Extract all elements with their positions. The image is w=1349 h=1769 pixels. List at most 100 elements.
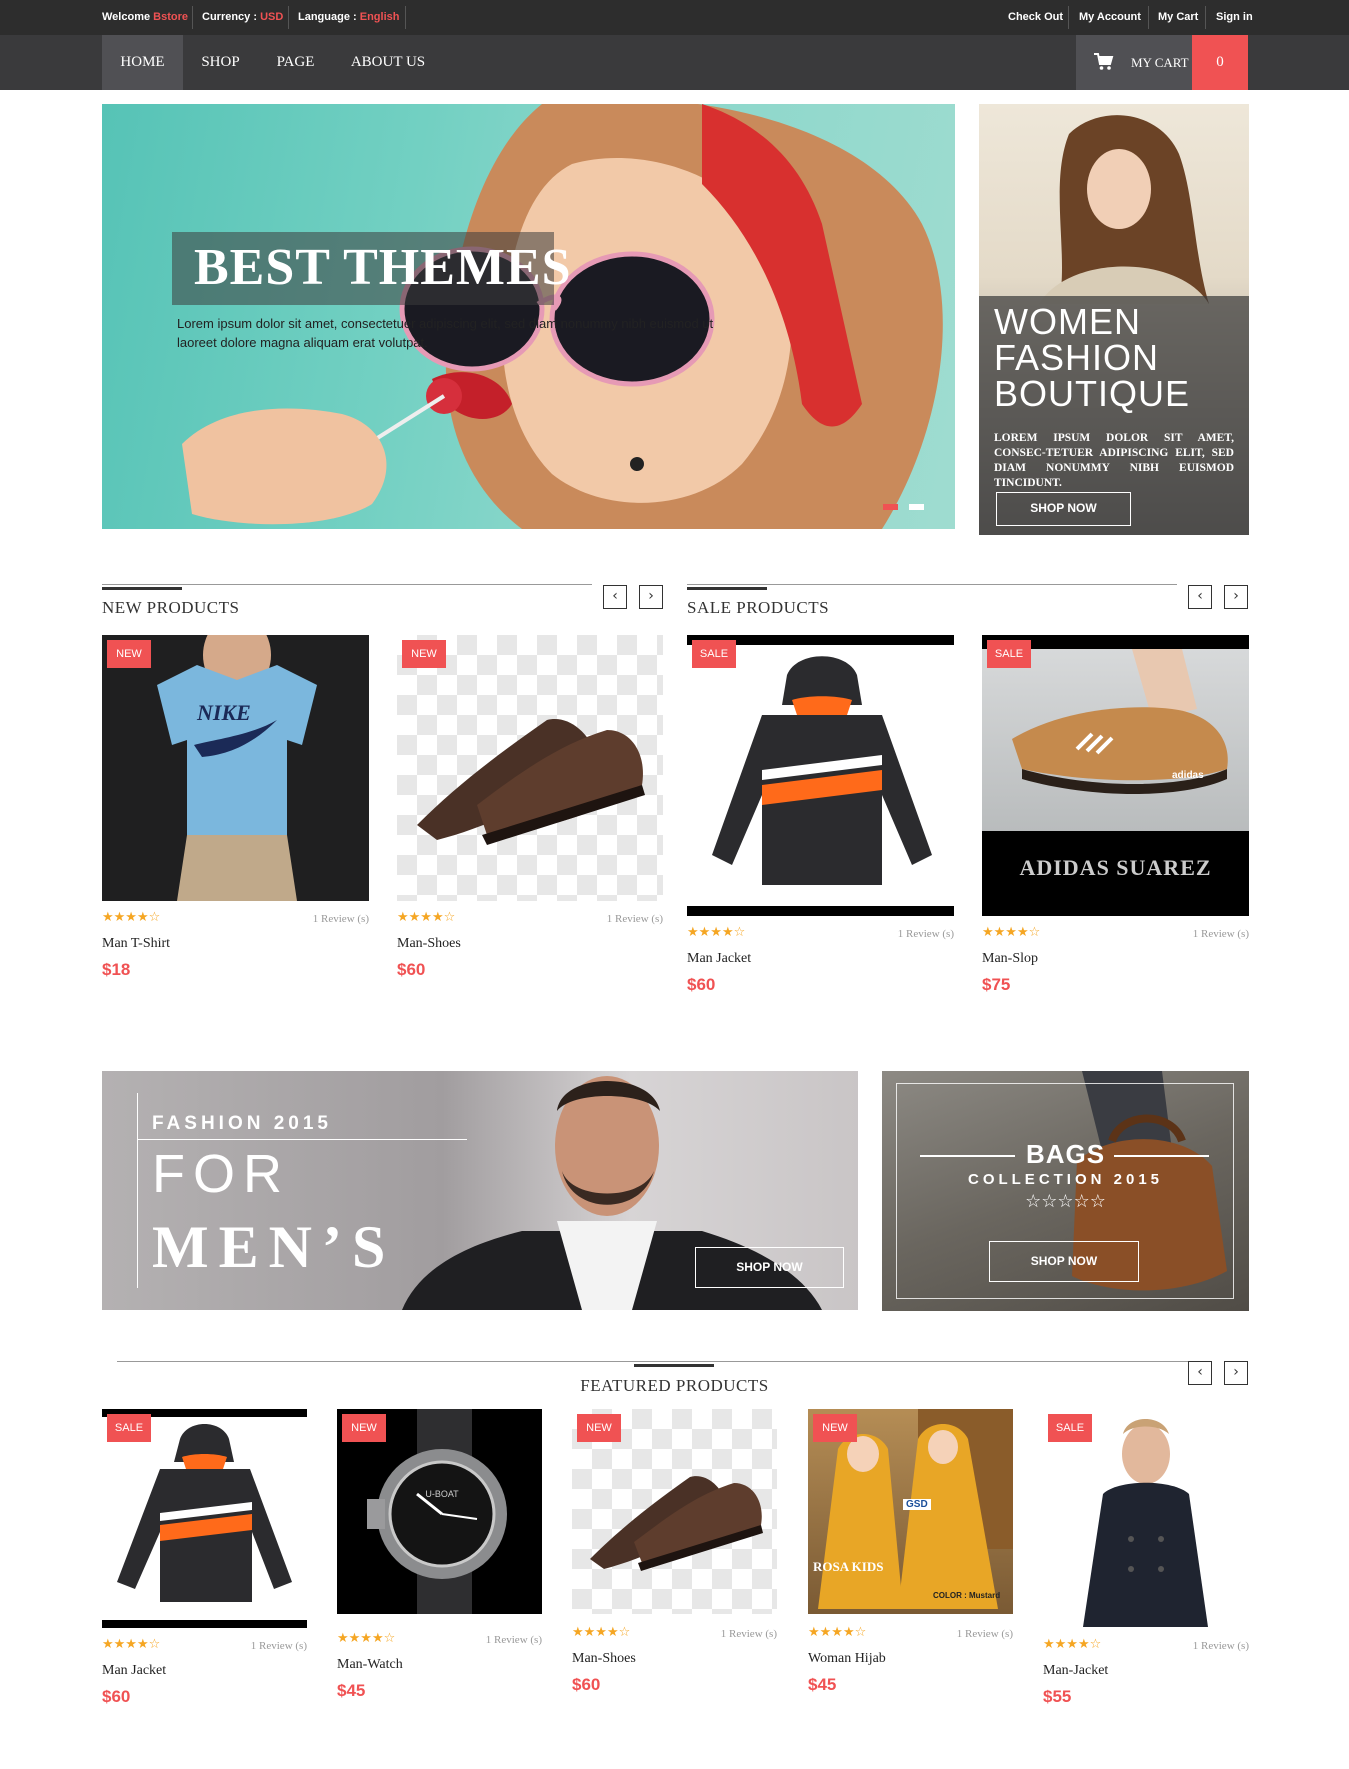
product-name[interactable]: Man Jacket	[102, 1663, 166, 1679]
review-count[interactable]: 1 Review (s)	[486, 1634, 542, 1646]
tshirt-image	[157, 635, 317, 901]
product-card[interactable]: NEW ★★★★☆ 1 Review (s) Man-Shoes $60	[397, 635, 663, 990]
sale-badge: SALE	[692, 640, 736, 668]
product-price: $55	[1043, 1687, 1072, 1706]
review-count[interactable]: 1 Review (s)	[1193, 928, 1249, 940]
side-banner-title: WOMEN FASHION BOUTIQUE	[994, 304, 1190, 412]
product-price: $45	[337, 1681, 366, 1700]
slider-dot-active[interactable]	[883, 504, 898, 510]
top-utility-bar: Welcome Bstore Currency : USD Language :…	[0, 0, 1349, 35]
vertical-rule	[137, 1093, 138, 1288]
product-name[interactable]: Man-Slop	[982, 951, 1038, 967]
next-arrow-button[interactable]: ›	[1224, 585, 1248, 609]
product-name[interactable]: Man T-Shirt	[102, 936, 170, 952]
hero-title: BEST THEMES	[194, 239, 572, 296]
bags-collection-banner[interactable]: BAGS COLLECTION 2015 ☆☆☆☆☆ SHOP NOW	[882, 1071, 1249, 1311]
rating-stars: ★★★★☆	[102, 910, 161, 925]
product-card[interactable]: adidas ADIDAS SUAREZ SALE ★★★★☆ 1 Review…	[982, 635, 1249, 1005]
nav-page[interactable]: PAGE	[258, 35, 333, 90]
currency-selector[interactable]: Currency : USD	[202, 0, 283, 35]
rating-stars: ★★★★☆	[1043, 1637, 1102, 1652]
product-image[interactable]	[687, 635, 954, 916]
slider-dot[interactable]	[909, 504, 924, 510]
currency-value: USD	[260, 11, 284, 23]
prev-arrow-button[interactable]: ‹	[1188, 585, 1212, 609]
shoe-brand-text: adidas	[1172, 770, 1204, 781]
section-divider-accent	[102, 587, 182, 590]
mens-banner-line1: FASHION 2015	[152, 1113, 332, 1134]
shoes-image	[417, 719, 645, 845]
bags-stars: ☆☆☆☆☆	[1025, 1191, 1106, 1212]
product-card[interactable]: GSD ROSA KIDS COLOR : Mustard NEW ★★★★☆ …	[808, 1409, 1013, 1709]
sign-in-link[interactable]: Sign in	[1216, 0, 1253, 35]
jacket-image	[712, 656, 932, 885]
review-count[interactable]: 1 Review (s)	[721, 1628, 777, 1640]
featured-products-title: FEATURED PRODUCTS	[580, 1376, 769, 1395]
bags-title: BAGS	[1025, 1139, 1106, 1169]
product-price: $60	[397, 960, 426, 979]
my-account-link[interactable]: My Account	[1079, 0, 1141, 35]
section-divider-accent	[634, 1364, 714, 1367]
product-card[interactable]: NIKE NEW ★★★★☆ 1 Review (s) Man T-Shirt …	[102, 635, 369, 990]
nav-about-us[interactable]: ABOUT US	[333, 35, 443, 90]
nav-home[interactable]: HOME	[102, 35, 183, 90]
side-title-line: FASHION	[994, 337, 1160, 378]
mens-shop-now-button[interactable]: SHOP NOW	[695, 1247, 844, 1288]
my-cart-link[interactable]: My Cart	[1158, 0, 1198, 35]
watch-brand-text: U-BOAT	[425, 1489, 459, 1499]
product-card[interactable]: NEW ★★★★☆ 1 Review (s) Man-Shoes $60	[572, 1409, 777, 1709]
adidas-suarez-text: ADIDAS SUAREZ	[1019, 855, 1212, 880]
review-count[interactable]: 1 Review (s)	[251, 1640, 307, 1652]
product-name[interactable]: Man-Shoes	[397, 936, 461, 952]
cart-count-badge[interactable]: 0	[1192, 35, 1248, 90]
review-count[interactable]: 1 Review (s)	[313, 913, 369, 925]
side-shop-now-button[interactable]: SHOP NOW	[996, 492, 1131, 526]
product-card[interactable]: U-BOAT NEW ★★★★☆ 1 Review (s) Man-Watch …	[337, 1409, 542, 1709]
review-count[interactable]: 1 Review (s)	[957, 1628, 1013, 1640]
product-card[interactable]: SALE ★★★★☆ 1 Review (s) Man-Jacket $55	[1043, 1409, 1249, 1709]
prev-arrow-button[interactable]: ‹	[603, 585, 627, 609]
product-card[interactable]: SALE ★★★★☆ 1 Review (s) Man Jacket $60	[102, 1409, 307, 1709]
next-arrow-button[interactable]: ›	[639, 585, 663, 609]
mens-banner-line2: FOR	[152, 1144, 290, 1204]
women-fashion-banner[interactable]: WOMEN FASHION BOUTIQUE LOREM IPSUM DOLOR…	[979, 104, 1249, 535]
checkout-link[interactable]: Check Out	[1008, 0, 1063, 35]
review-count[interactable]: 1 Review (s)	[898, 928, 954, 940]
product-card[interactable]: SALE ★★★★☆ 1 Review (s) Man Jacket $60	[687, 635, 954, 1005]
product-image[interactable]: adidas ADIDAS SUAREZ	[982, 635, 1249, 916]
side-title-line: WOMEN	[994, 301, 1141, 342]
product-image[interactable]	[397, 635, 663, 901]
slop-shoe-image	[1012, 649, 1228, 794]
cart-label: MY CART	[1131, 55, 1189, 70]
product-price: $18	[102, 960, 131, 979]
hero-text: Lorem ipsum dolor sit amet, consectetuer…	[177, 316, 714, 350]
rosa-kids-label: ROSA KIDS	[813, 1559, 884, 1574]
language-selector[interactable]: Language : English	[298, 0, 399, 35]
product-name[interactable]: Man Jacket	[687, 951, 751, 967]
rating-stars: ★★★★☆	[397, 910, 456, 925]
new-badge: NEW	[402, 640, 446, 668]
bags-shop-now-button[interactable]: SHOP NOW	[989, 1241, 1139, 1282]
cart-icon	[1094, 53, 1114, 70]
horizontal-rule	[137, 1139, 467, 1140]
product-image[interactable]: NIKE	[102, 635, 369, 901]
nav-shop[interactable]: SHOP	[183, 35, 258, 90]
language-label: Language :	[298, 11, 357, 23]
cart-button[interactable]: MY CART	[1076, 35, 1192, 90]
new-badge: NEW	[107, 640, 151, 668]
product-name[interactable]: Woman Hijab	[808, 1651, 886, 1667]
next-arrow-button[interactable]: ›	[1224, 1361, 1248, 1385]
product-name[interactable]: Man-Shoes	[572, 1651, 636, 1667]
main-nav: HOME SHOP PAGE ABOUT US MY CART 0	[0, 35, 1349, 90]
new-badge: NEW	[577, 1414, 621, 1442]
product-name[interactable]: Man-Watch	[337, 1657, 403, 1673]
review-count[interactable]: 1 Review (s)	[607, 913, 663, 925]
hero-slider[interactable]: BEST THEMES Lorem ipsum dolor sit amet, …	[102, 104, 955, 529]
product-price: $75	[982, 975, 1011, 994]
sale-badge: SALE	[1048, 1414, 1092, 1442]
mens-fashion-banner[interactable]: FASHION 2015 FOR MEN’S SHOP NOW	[102, 1071, 858, 1310]
product-name[interactable]: Man-Jacket	[1043, 1663, 1108, 1679]
review-count[interactable]: 1 Review (s)	[1193, 1640, 1249, 1652]
prev-arrow-button[interactable]: ‹	[1188, 1361, 1212, 1385]
divider	[1205, 6, 1206, 29]
